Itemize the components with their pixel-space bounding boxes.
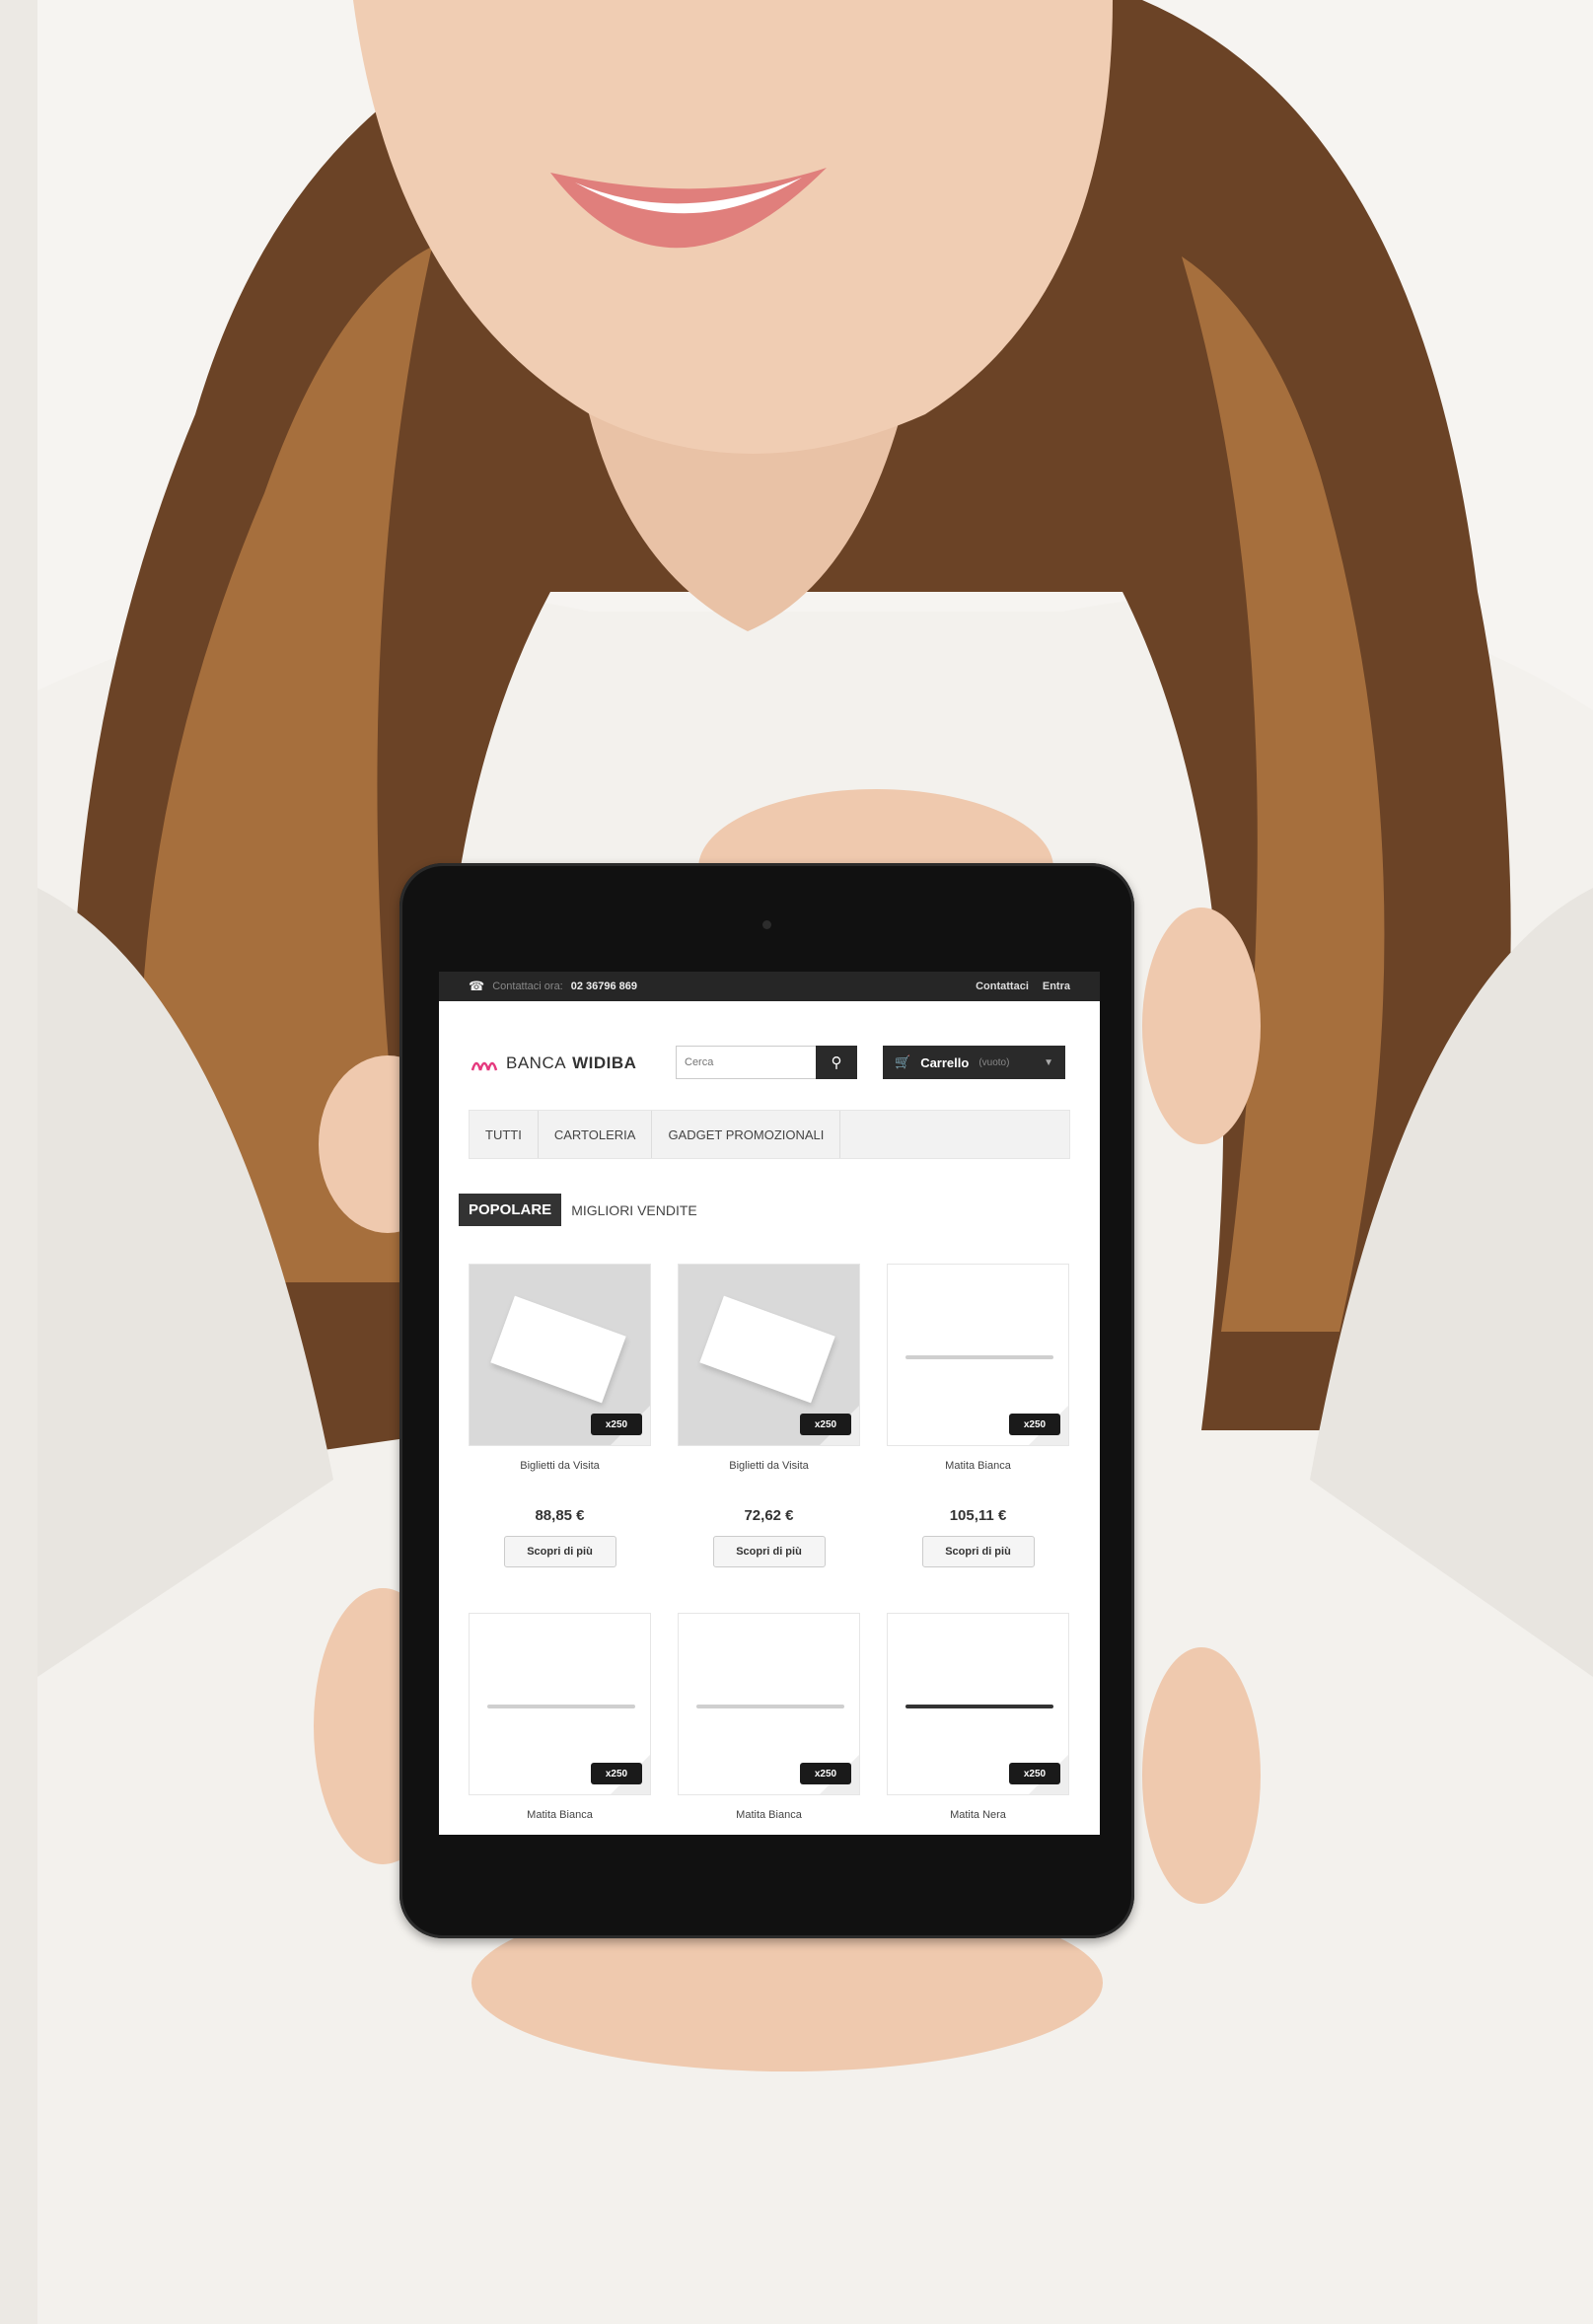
- discover-more-button[interactable]: Scopri di più: [503, 1536, 616, 1567]
- product-card[interactable]: x250 Matita Bianca 105,11 € Scopri di pi…: [887, 1264, 1069, 1567]
- product-name[interactable]: Matita Bianca: [887, 1460, 1069, 1472]
- camera-icon: [762, 920, 771, 929]
- product-name[interactable]: Matita Bianca: [469, 1809, 651, 1821]
- cart-button[interactable]: 🛒 Carrello (vuoto) ▼: [883, 1046, 1065, 1079]
- product-name[interactable]: Matita Bianca: [678, 1809, 860, 1821]
- product-image[interactable]: x250: [887, 1264, 1069, 1446]
- product-image[interactable]: x250: [469, 1613, 651, 1795]
- contact-label: Contattaci ora:: [492, 980, 563, 992]
- business-card-image: [699, 1295, 835, 1404]
- product-image[interactable]: x250: [678, 1264, 860, 1446]
- logo-text-bold: WIDIBA: [572, 1053, 637, 1072]
- product-sticker: x250: [1009, 1414, 1060, 1435]
- tablet-screen: ☎ Contattaci ora: 02 36796 869 Contattac…: [439, 972, 1100, 1835]
- business-card-image: [490, 1295, 626, 1404]
- product-card[interactable]: x250 Biglietti da Visita 88,85 € Scopri …: [469, 1264, 651, 1567]
- white-pencil-image: [905, 1355, 1053, 1359]
- logo-mark-icon: [471, 1061, 498, 1071]
- product-sticker: x250: [800, 1414, 851, 1435]
- product-card[interactable]: x250 Matita Bianca: [469, 1613, 651, 1821]
- product-card[interactable]: x250 Matita Bianca: [678, 1613, 860, 1821]
- phone-icon: ☎: [469, 979, 485, 993]
- search-button[interactable]: ⚲: [816, 1046, 857, 1079]
- cart-icon: 🛒: [895, 1054, 911, 1069]
- product-name[interactable]: Matita Nera: [887, 1809, 1069, 1821]
- discover-more-button[interactable]: Scopri di più: [921, 1536, 1035, 1567]
- product-sticker: x250: [591, 1763, 642, 1784]
- product-tabs: POPOLARE MIGLIORI VENDITE: [459, 1194, 707, 1226]
- product-name[interactable]: Biglietti da Visita: [469, 1460, 651, 1472]
- nav-item-cartoleria[interactable]: CARTOLERIA: [539, 1111, 653, 1158]
- white-pencil-image: [696, 1705, 844, 1708]
- tab-popolare[interactable]: POPOLARE: [459, 1194, 562, 1226]
- logo[interactable]: BANCA WIDIBA: [471, 1053, 636, 1073]
- search-icon: ⚲: [831, 1054, 842, 1071]
- product-card[interactable]: x250 Matita Nera: [887, 1613, 1069, 1821]
- contact-link[interactable]: Contattaci: [976, 980, 1029, 992]
- tab-migliori-vendite[interactable]: MIGLIORI VENDITE: [561, 1195, 707, 1226]
- product-sticker: x250: [800, 1763, 851, 1784]
- product-price: 105,11 €: [949, 1507, 1007, 1524]
- search-input[interactable]: [676, 1046, 816, 1079]
- product-sticker: x250: [591, 1414, 642, 1435]
- cart-label: Carrello: [920, 1054, 970, 1070]
- product-image[interactable]: x250: [678, 1613, 860, 1795]
- product-image[interactable]: x250: [469, 1264, 651, 1446]
- discover-more-button[interactable]: Scopri di più: [712, 1536, 826, 1567]
- tablet-device: ☎ Contattaci ora: 02 36796 869 Contattac…: [399, 863, 1134, 1938]
- product-price: 72,62 €: [744, 1507, 794, 1524]
- black-pencil-image: [905, 1705, 1053, 1708]
- product-image[interactable]: x250: [887, 1613, 1069, 1795]
- white-pencil-image: [487, 1705, 635, 1708]
- header: BANCA WIDIBA ⚲ 🛒 Carrello (vuoto) ▼: [439, 1001, 1100, 1110]
- search-box: ⚲: [676, 1046, 858, 1079]
- login-link[interactable]: Entra: [1043, 980, 1070, 992]
- phone-number[interactable]: 02 36796 869: [571, 980, 637, 992]
- product-card[interactable]: x250 Biglietti da Visita 72,62 € Scopri …: [678, 1264, 860, 1567]
- category-nav: TUTTI CARTOLERIA GADGET PROMOZIONALI: [469, 1110, 1070, 1159]
- nav-item-gadget[interactable]: GADGET PROMOZIONALI: [652, 1111, 841, 1158]
- product-name[interactable]: Biglietti da Visita: [678, 1460, 860, 1472]
- logo-text-light: BANCA: [506, 1053, 567, 1072]
- top-bar: ☎ Contattaci ora: 02 36796 869 Contattac…: [439, 972, 1100, 1001]
- chevron-down-icon: ▼: [1044, 1056, 1053, 1068]
- product-sticker: x250: [1009, 1763, 1060, 1784]
- cart-count: (vuoto): [978, 1056, 1010, 1068]
- nav-item-tutti[interactable]: TUTTI: [470, 1111, 539, 1158]
- product-price: 88,85 €: [535, 1507, 585, 1524]
